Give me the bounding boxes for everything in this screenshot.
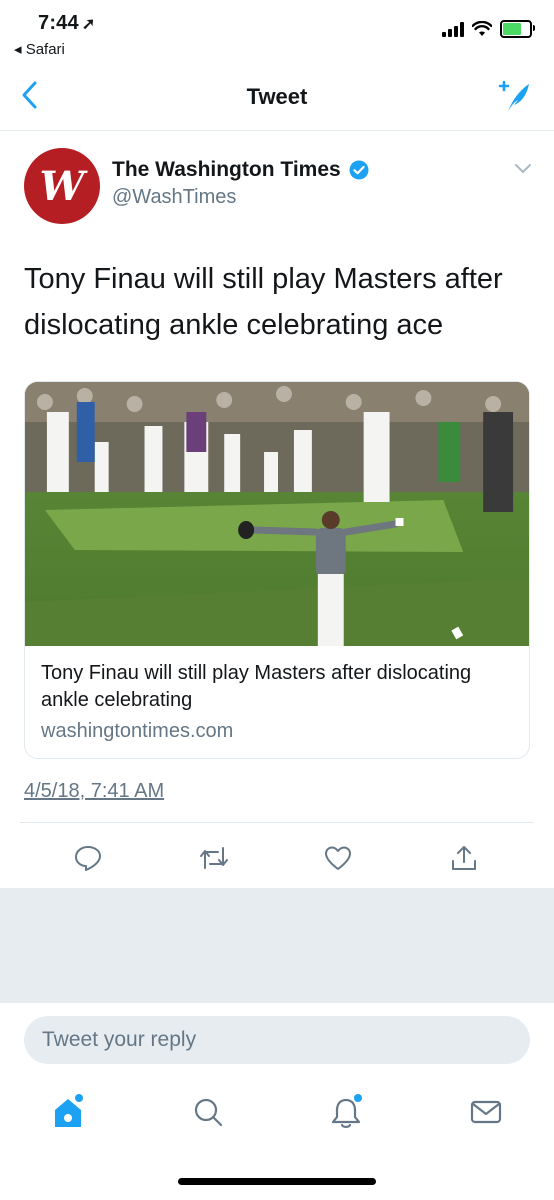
tweet-actions	[24, 838, 530, 878]
author-handle[interactable]: @WashTimes	[112, 186, 236, 209]
chevron-down-icon	[515, 164, 531, 174]
status-time: 7:44 ➚	[38, 12, 96, 34]
author-name-text: The Washington Times	[112, 158, 341, 181]
battery-icon	[500, 20, 535, 38]
tab-notifications[interactable]	[326, 1092, 366, 1132]
nav-divider	[0, 130, 554, 131]
tab-search[interactable]	[188, 1092, 228, 1132]
card-title: Tony Finau will still play Masters after…	[41, 662, 472, 711]
tab-messages[interactable]	[466, 1092, 506, 1132]
back-app-label: Safari	[25, 41, 65, 58]
timestamp-divider	[20, 822, 534, 823]
like-button[interactable]	[318, 838, 358, 878]
tab-home[interactable]	[48, 1092, 88, 1132]
signal-icon	[442, 21, 464, 37]
tweet-menu-button[interactable]	[514, 162, 532, 180]
card-image	[25, 382, 529, 646]
verified-badge-icon	[349, 160, 369, 180]
share-button[interactable]	[444, 838, 484, 878]
author-name[interactable]: The Washington Times	[112, 158, 369, 182]
page-title: Tweet	[246, 84, 308, 109]
search-icon	[194, 1098, 223, 1127]
location-arrow-icon: ➚	[81, 16, 96, 33]
back-to-app[interactable]: ◂ Safari	[14, 40, 65, 58]
home-indicator[interactable]	[178, 1178, 376, 1185]
wifi-icon	[472, 21, 492, 36]
share-icon	[452, 846, 476, 870]
reply-placeholder: Tweet your reply	[42, 1028, 197, 1051]
bell-icon	[331, 1094, 362, 1128]
retweet-icon	[200, 847, 228, 869]
replies-area	[0, 888, 554, 1003]
status-icons	[442, 20, 535, 38]
heart-icon	[325, 846, 351, 870]
avatar[interactable]: W	[24, 148, 100, 224]
card-domain: washingtontimes.com	[41, 720, 234, 742]
retweet-button[interactable]	[194, 838, 234, 878]
reply-button[interactable]	[68, 838, 108, 878]
tweet-text: Tony Finau will still play Masters after…	[24, 263, 503, 341]
mail-icon	[470, 1100, 502, 1124]
reply-input[interactable]: Tweet your reply	[24, 1016, 530, 1064]
link-card[interactable]: Tony Finau will still play Masters after…	[24, 381, 530, 759]
reply-icon	[75, 846, 101, 871]
avatar-letter: W	[39, 162, 85, 210]
compose-feather-icon	[498, 80, 529, 112]
compose-tweet-button[interactable]	[494, 78, 532, 121]
tweet-timestamp[interactable]: 4/5/18, 7:41 AM	[24, 780, 164, 803]
home-icon	[55, 1094, 83, 1127]
